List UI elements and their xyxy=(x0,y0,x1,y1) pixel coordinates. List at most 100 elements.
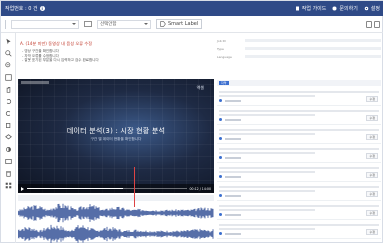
segment-row[interactable]: 수정 xyxy=(217,182,381,201)
hand-icon xyxy=(6,86,10,93)
smart-label-button[interactable]: Smart Label xyxy=(156,19,203,29)
zoom-in-icon xyxy=(4,49,12,57)
segment-edit-button[interactable]: 수정 xyxy=(366,134,378,140)
settings-button[interactable]: 설정 xyxy=(364,5,380,12)
inquiry-button[interactable]: 문의하기 xyxy=(332,5,358,12)
transcript-tag[interactable]: 자막 xyxy=(219,81,229,85)
redo-tool[interactable] xyxy=(4,109,12,117)
undo-tool[interactable] xyxy=(4,97,12,105)
segment-time xyxy=(225,194,241,197)
speaker-dot-icon xyxy=(219,194,222,197)
app-frame: 작업번호 : 0 건 i 작업 가이드 문의하기 설정 선택안함 Smart L… xyxy=(0,0,383,243)
segment-edit-button[interactable]: 수정 xyxy=(366,210,378,216)
segment-edit-button[interactable]: 수정 xyxy=(366,191,378,197)
segment-time xyxy=(225,99,241,102)
pointer-icon xyxy=(5,38,11,44)
tool-rail xyxy=(1,33,16,243)
segment-row[interactable]: 수정 xyxy=(217,87,381,106)
speaker-dot-icon xyxy=(219,213,222,216)
segment-meta xyxy=(219,156,379,159)
help-icon xyxy=(332,6,337,11)
video-overlay xyxy=(18,79,214,193)
video-progress-fill xyxy=(27,188,123,189)
segment-time xyxy=(225,232,241,235)
tag-icon xyxy=(160,21,166,27)
waveform-track-1[interactable] xyxy=(18,202,214,224)
segment-time xyxy=(225,213,241,216)
segment-meta xyxy=(219,99,379,102)
segment-text-line xyxy=(219,209,315,211)
meta-row: Type xyxy=(217,47,381,51)
toolbar-divider xyxy=(5,19,6,29)
segment-row[interactable]: 수정 xyxy=(217,163,381,182)
segment-row[interactable]: 수정 xyxy=(217,201,381,220)
work-count-label: 작업번호 : 0 건 xyxy=(5,6,38,12)
delete-tool[interactable] xyxy=(4,169,12,177)
info-icon[interactable]: i xyxy=(39,6,45,11)
hand-tool[interactable] xyxy=(4,85,12,93)
layers-icon xyxy=(4,133,12,139)
segment-row[interactable]: 수정 xyxy=(217,144,381,163)
speaker-dot-icon xyxy=(219,232,222,235)
file-icon xyxy=(295,6,299,11)
category-select[interactable] xyxy=(11,19,79,29)
label-select[interactable]: 선택안함 xyxy=(97,19,151,29)
monitor-icon[interactable] xyxy=(84,20,92,28)
smart-label-text: Smart Label xyxy=(168,21,199,27)
meta-key: Job ID xyxy=(217,39,226,43)
segment-edit-button[interactable]: 수정 xyxy=(366,229,378,235)
segment-edit-button[interactable]: 수정 xyxy=(366,153,378,159)
segment-text-line xyxy=(219,110,379,112)
video-brand: 엑셀 xyxy=(196,85,204,90)
delete-icon[interactable] xyxy=(374,20,380,28)
playhead[interactable] xyxy=(134,167,135,207)
label-select-value: 선택안함 xyxy=(100,22,117,27)
task-instructions: - 영상 구간을 확인합니다 - 자막 오류를 수정합니다 - 잘못 표기된 부… xyxy=(22,49,214,63)
zoom-out-icon xyxy=(4,61,10,67)
video-player[interactable]: 엑셀 데이터 분석(3) : 시장 현황 분석 구간 별 데이터 현황을 확인합… xyxy=(18,79,214,193)
work-count: 작업번호 : 0 건 i xyxy=(5,5,45,12)
grid-tool[interactable] xyxy=(4,181,12,189)
waveform-track-2[interactable] xyxy=(18,223,214,243)
chevron-down-icon xyxy=(72,23,76,25)
segment-meta xyxy=(219,213,379,216)
speaker-dot-icon xyxy=(219,137,222,140)
speaker-dot-icon xyxy=(219,175,222,178)
segment-row[interactable]: 수정 xyxy=(217,220,381,239)
meta-key: Language xyxy=(217,55,232,59)
play-icon[interactable] xyxy=(21,186,24,191)
segment-edit-button[interactable]: 수정 xyxy=(366,172,378,178)
meta-row: Language xyxy=(217,55,381,59)
fit-tool[interactable] xyxy=(4,73,12,81)
segment-text-line xyxy=(219,167,379,169)
task-title: A. (14분 미만) 동영상 내 음성 오류 수정 xyxy=(20,41,93,46)
guide-button[interactable]: 작업 가이드 xyxy=(295,5,326,12)
video-title-bar xyxy=(21,81,49,84)
video-progress-bar[interactable] xyxy=(27,188,187,189)
pointer-tool[interactable] xyxy=(4,37,12,45)
shape-tool[interactable] xyxy=(4,133,12,141)
segment-text-line xyxy=(219,148,379,150)
copy-icon[interactable] xyxy=(366,20,372,28)
segment-text-line xyxy=(219,205,379,207)
segment-meta xyxy=(219,118,379,121)
media-pane: A. (14분 미만) 동영상 내 음성 오류 수정 - 영상 구간을 확인합니… xyxy=(18,35,214,243)
segment-text-line xyxy=(219,114,315,116)
zoom-in-tool[interactable] xyxy=(4,49,12,57)
segment-text-line xyxy=(219,171,315,173)
segment-text-line xyxy=(219,228,315,230)
segment-meta xyxy=(219,175,379,178)
speaker-dot-icon xyxy=(219,99,222,102)
segment-row[interactable]: 수정 xyxy=(217,106,381,125)
brightness-tool[interactable] xyxy=(4,145,12,153)
copy-tool[interactable] xyxy=(4,121,12,129)
zoom-out-tool[interactable] xyxy=(4,61,12,69)
segment-text-line xyxy=(219,129,379,131)
toolbar-right-actions xyxy=(366,20,380,28)
segment-row[interactable]: 수정 xyxy=(217,125,381,144)
segment-edit-button[interactable]: 수정 xyxy=(366,96,378,102)
segment-text-line xyxy=(219,190,315,192)
brightness-icon xyxy=(5,146,11,152)
image-tool[interactable] xyxy=(4,157,12,165)
segment-edit-button[interactable]: 수정 xyxy=(366,115,378,121)
